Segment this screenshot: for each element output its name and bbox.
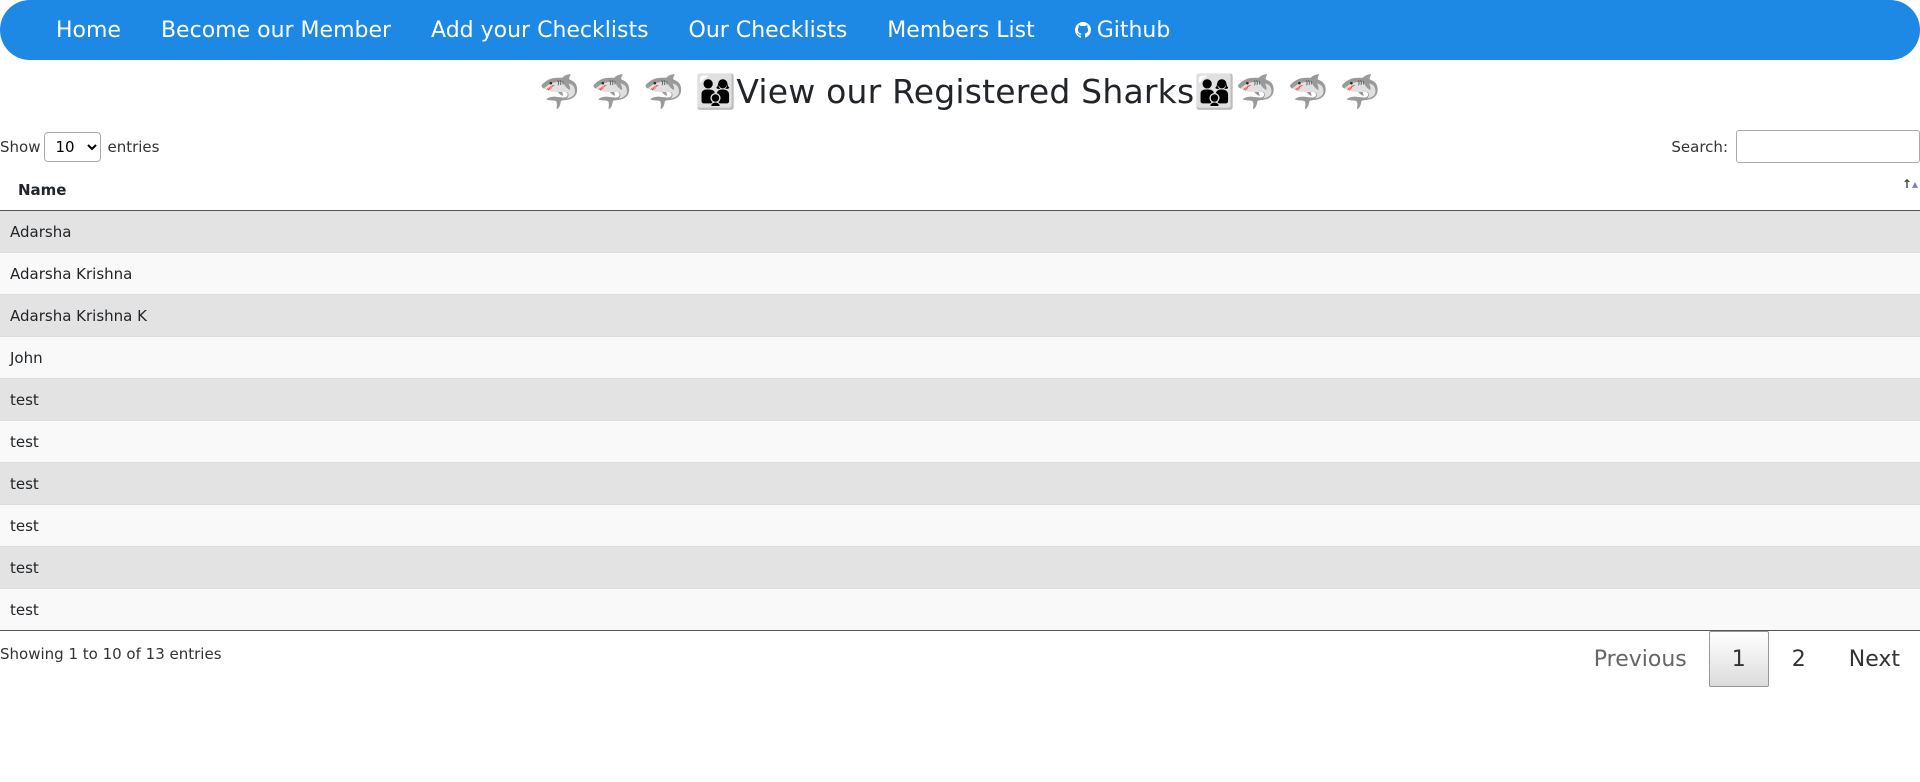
page-button-2[interactable]: 2 (1771, 631, 1827, 687)
table-header-row: Name ↑▴ (0, 170, 1920, 211)
previous-page-button[interactable]: Previous (1574, 631, 1707, 687)
table-cell-name: Adarsha (0, 210, 1920, 253)
table-row: test (0, 504, 1920, 547)
nav-members-list-label[interactable]: Members List (887, 18, 1034, 43)
table-row: test (0, 546, 1920, 589)
top-navbar: Home Become our Member Add your Checklis… (0, 0, 1920, 60)
nav-add-checklists[interactable]: Add your Checklists (431, 18, 649, 43)
table-info: Showing 1 to 10 of 13 entries (0, 645, 222, 663)
nav-home-label[interactable]: Home (56, 18, 121, 43)
page-button-1[interactable]: 1 (1708, 631, 1769, 687)
search-input[interactable] (1736, 130, 1920, 163)
table-cell-name: test (0, 504, 1920, 547)
nav-add-checklists-label[interactable]: Add your Checklists (431, 18, 649, 43)
table-row: Adarsha Krishna K (0, 294, 1920, 337)
table-cell-name: test (0, 420, 1920, 463)
nav-our-checklists[interactable]: Our Checklists (689, 18, 848, 43)
nav-github-label[interactable]: Github (1097, 18, 1171, 43)
nav-our-checklists-label[interactable]: Our Checklists (689, 18, 848, 43)
nav-become-member[interactable]: Become our Member (161, 18, 391, 43)
entries-label: entries (107, 138, 160, 156)
table-cell-name: Adarsha Krishna (0, 252, 1920, 295)
show-label: Show (0, 138, 41, 156)
table-row: test (0, 378, 1920, 421)
nav-become-member-label[interactable]: Become our Member (161, 18, 391, 43)
page-title: 🦈 🦈 🦈 👨‍👩‍👦View our Registered Sharks👨‍👩… (539, 72, 1381, 111)
table-cell-name: John (0, 336, 1920, 379)
nav-github[interactable]: Github (1074, 18, 1171, 43)
members-table: Name ↑▴ Adarsha Adarsha Krishna Adarsha … (0, 170, 1920, 631)
table-row: Adarsha (0, 210, 1920, 253)
table-cell-name: Adarsha Krishna K (0, 294, 1920, 337)
table-row: test (0, 420, 1920, 463)
nav-members-list[interactable]: Members List (887, 18, 1034, 43)
pagination: Previous 1 2 Next (1572, 631, 1920, 687)
github-icon (1074, 22, 1091, 38)
table-row: John (0, 336, 1920, 379)
table-cell-name: test (0, 588, 1920, 631)
next-page-button[interactable]: Next (1829, 631, 1920, 687)
table-cell-name: test (0, 378, 1920, 421)
column-header-name-label: Name (18, 181, 67, 199)
search-control: Search: (1671, 130, 1920, 163)
table-cell-name: test (0, 462, 1920, 505)
table-row: test (0, 588, 1920, 631)
entries-length-control: Show 10 entries (0, 132, 159, 162)
entries-length-select[interactable]: 10 (44, 132, 102, 162)
table-row: test (0, 462, 1920, 505)
sort-ascending-icon: ↑▴ (1901, 177, 1918, 191)
table-row: Adarsha Krishna (0, 252, 1920, 295)
column-header-name[interactable]: Name ↑▴ (0, 170, 1920, 211)
nav-home[interactable]: Home (56, 18, 121, 43)
search-label: Search: (1671, 137, 1728, 156)
table-cell-name: test (0, 546, 1920, 589)
